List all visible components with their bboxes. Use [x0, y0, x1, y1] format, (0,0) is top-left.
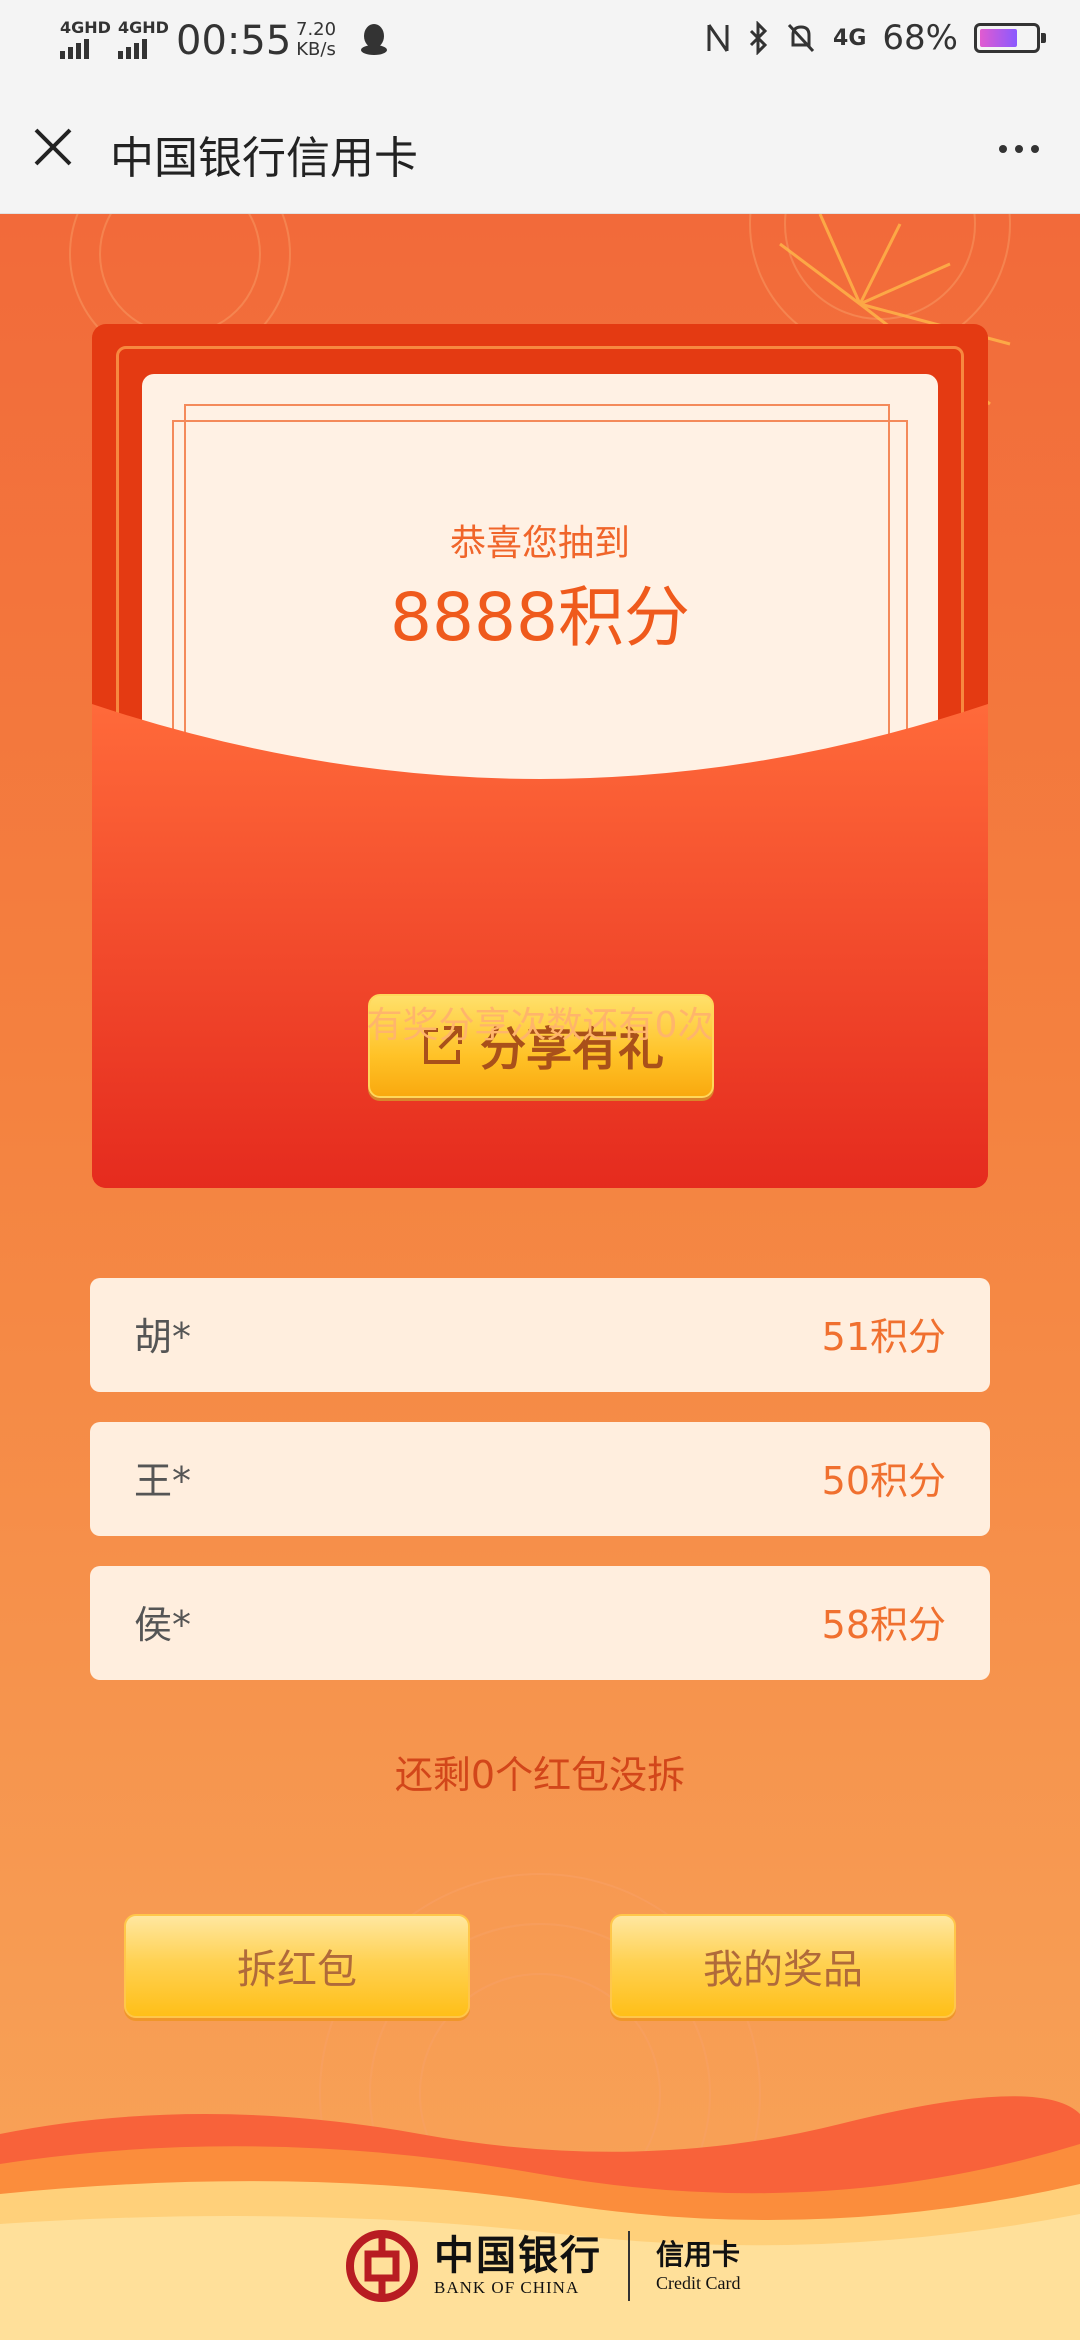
mute-bell-icon: [787, 23, 815, 53]
bluetooth-icon: [749, 21, 768, 55]
battery-icon: [974, 23, 1046, 53]
sim1-signal-icon: 4GHD: [60, 18, 111, 59]
sim2-label: 4GHD: [118, 18, 169, 37]
footer-waves: [0, 2096, 1080, 2340]
dot-icon: [1015, 145, 1023, 153]
speed-value: 7.20: [296, 19, 337, 40]
clock: 00:55: [176, 18, 292, 64]
qq-penguin-icon: [361, 24, 387, 55]
sim1-label: 4GHD: [60, 18, 111, 37]
network-type: 4G: [833, 25, 867, 51]
congrats-text: 恭喜您抽到: [449, 523, 630, 564]
winner-row: 王* 50积分: [90, 1422, 990, 1536]
page-title: 中国银行信用卡: [110, 133, 418, 184]
winner-row: 侯* 58积分: [90, 1566, 990, 1680]
battery-fill: [980, 29, 1017, 47]
close-icon[interactable]: [26, 120, 82, 176]
bank-name-cn: 中国银行: [434, 2233, 602, 2278]
winner-points: 51积分: [821, 1315, 946, 1359]
remaining-packets-text: 还剩0个红包没拆: [394, 1753, 686, 1797]
prize-amount: 8888积分: [390, 579, 690, 656]
bank-of-china-emblem-icon: [346, 2230, 418, 2302]
title-bar: 中国银行信用卡: [0, 84, 1080, 214]
bank-name-en: BANK OF CHINA: [434, 2278, 580, 2297]
logo-divider: [628, 2231, 630, 2301]
winner-row: 胡* 51积分: [90, 1278, 990, 1392]
winner-points: 50积分: [821, 1459, 946, 1503]
status-right: 4G 68%: [705, 18, 1046, 58]
credit-card-cn: 信用卡: [656, 2239, 741, 2271]
battery-percent: 68%: [882, 18, 958, 58]
nfc-icon: [707, 24, 729, 52]
share-count-note: 有奖分享次数还有0次: [366, 1005, 714, 1046]
packet-flap: [92, 704, 988, 1188]
sim2-signal-icon: 4GHD: [118, 18, 169, 59]
bank-of-china-logo: 中国银行 BANK OF CHINA 信用卡 Credit Card: [346, 2230, 740, 2302]
main-content: 恭喜您抽到 8888积分 分享有礼 有奖分享次数还有0次 胡* 51积分 王*: [0, 214, 1080, 2340]
red-packet-card: 恭喜您抽到 8888积分 分享有礼: [92, 324, 988, 1188]
winner-points: 58积分: [821, 1603, 946, 1647]
dot-icon: [999, 145, 1007, 153]
more-options-button[interactable]: [984, 124, 1054, 174]
credit-card-en: Credit Card: [656, 2272, 741, 2293]
status-bar: 4GHD 4GHD 00:55 7.20 KB/s 4G 68%: [0, 0, 1080, 84]
winner-name: 侯*: [134, 1603, 192, 1647]
winner-name: 胡*: [134, 1315, 192, 1359]
winner-name: 王*: [134, 1459, 192, 1503]
my-prizes-button[interactable]: 我的奖品: [610, 1914, 956, 2018]
dot-icon: [1031, 145, 1039, 153]
open-packet-button[interactable]: 拆红包: [124, 1914, 470, 2018]
speed-unit: KB/s: [296, 39, 336, 60]
network-speed: 7.20 KB/s: [296, 20, 336, 60]
